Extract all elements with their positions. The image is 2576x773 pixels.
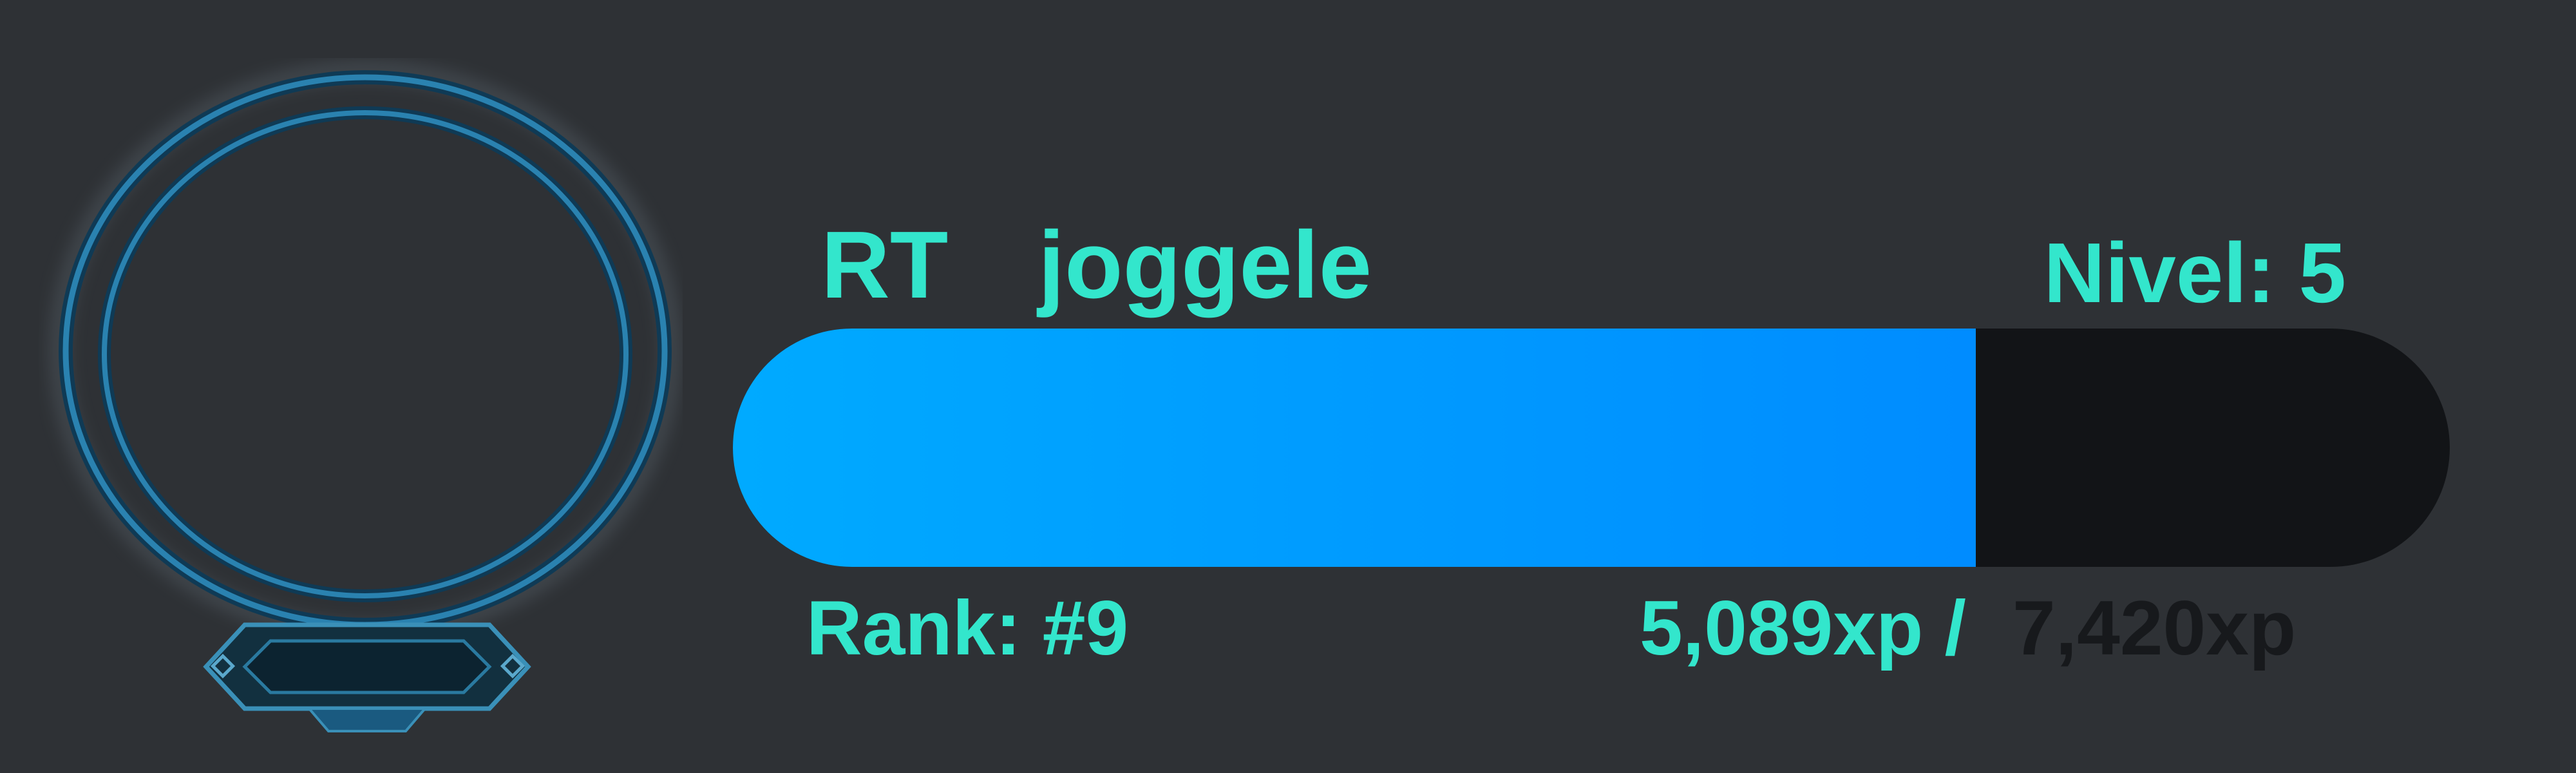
avatar-frame-icon — [51, 62, 679, 732]
xp-progress-bar — [733, 329, 2450, 567]
xp-total: 7,420xp — [2012, 585, 2297, 671]
name-prefix: RT — [821, 212, 949, 318]
xp-current: 5,089xp / — [1640, 585, 1967, 671]
username: joggele — [1038, 212, 1372, 318]
xp-progress-fill — [733, 329, 1976, 567]
rank-label: Rank: #9 — [806, 585, 1129, 671]
level-label: Nivel: 5 — [2043, 225, 2346, 320]
